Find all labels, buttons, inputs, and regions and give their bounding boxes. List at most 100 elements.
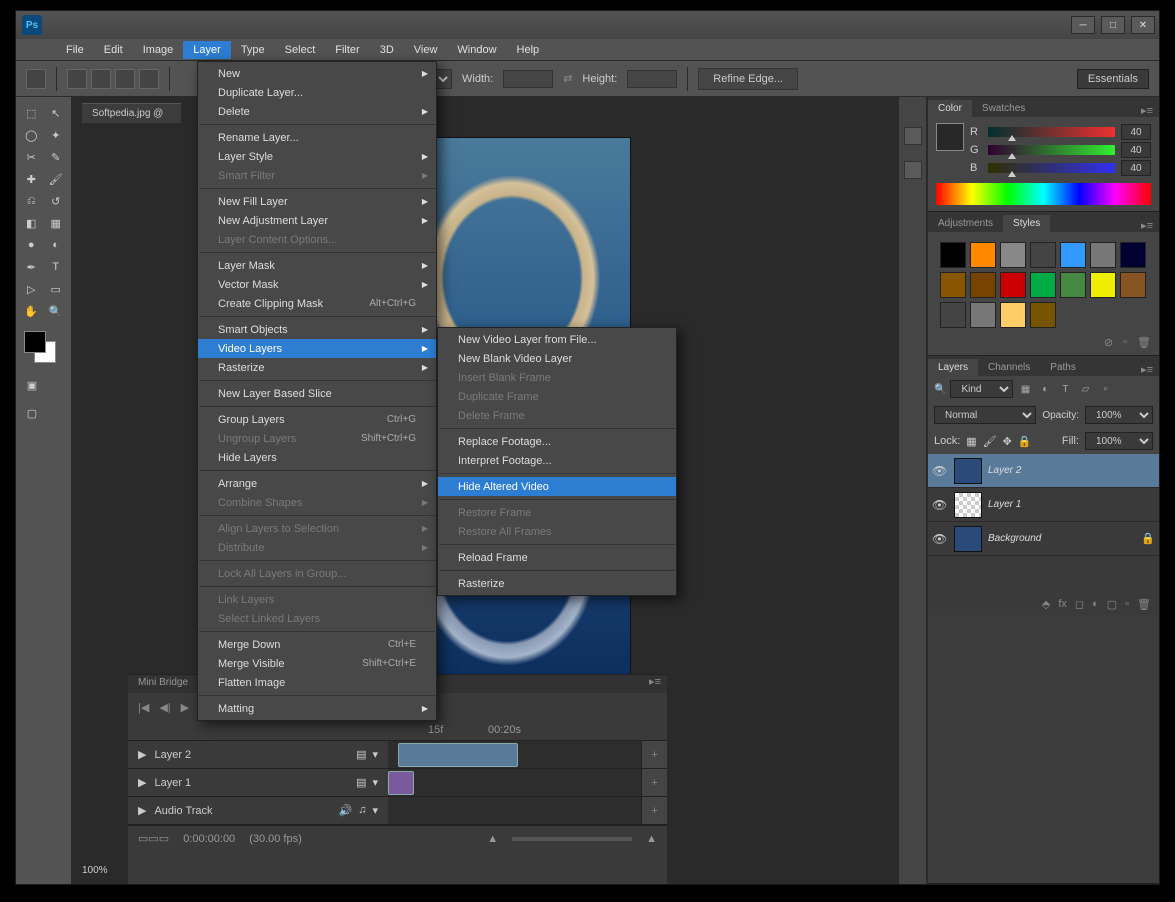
- b-slider[interactable]: [988, 163, 1115, 173]
- layer-row[interactable]: 👁Layer 1: [928, 488, 1159, 522]
- menuitem-flatten-image[interactable]: Flatten Image: [198, 673, 436, 692]
- layer-row[interactable]: 👁Layer 2: [928, 454, 1159, 488]
- gradient-tool-icon[interactable]: ▦: [45, 213, 68, 233]
- eraser-tool-icon[interactable]: ◧: [20, 213, 43, 233]
- track-expand-icon[interactable]: ▶: [138, 748, 146, 761]
- style-swatch[interactable]: [940, 242, 966, 268]
- brush-tool-icon[interactable]: 🖌: [45, 169, 68, 189]
- tab-adjustments[interactable]: Adjustments: [928, 215, 1003, 232]
- audio-icon[interactable]: 🔊: [339, 804, 353, 817]
- dodge-tool-icon[interactable]: ◐: [45, 235, 68, 255]
- height-input[interactable]: [627, 70, 677, 88]
- color-spectrum[interactable]: [936, 183, 1151, 205]
- blur-tool-icon[interactable]: ●: [20, 235, 43, 255]
- tab-color[interactable]: Color: [928, 100, 972, 117]
- menuitem-arrange[interactable]: Arrange▶: [198, 474, 436, 493]
- style-swatch[interactable]: [940, 302, 966, 328]
- style-swatch[interactable]: [1060, 272, 1086, 298]
- style-swatch[interactable]: [1090, 272, 1116, 298]
- b-value[interactable]: [1121, 160, 1151, 176]
- style-swatch[interactable]: [970, 272, 996, 298]
- menu-help[interactable]: Help: [507, 41, 550, 59]
- style-swatch[interactable]: [1090, 242, 1116, 268]
- timeline-ruler[interactable]: 15f 00:20s: [128, 721, 667, 741]
- track-film-icon[interactable]: ▤: [356, 748, 366, 761]
- lock-pos-icon[interactable]: ✥: [1003, 435, 1012, 448]
- r-slider[interactable]: [988, 127, 1115, 137]
- dock-icon-2[interactable]: [904, 161, 922, 179]
- track-menu-icon[interactable]: ▾: [372, 776, 378, 789]
- tl-first-icon[interactable]: |◀: [138, 701, 149, 714]
- filter-pixel-icon[interactable]: ▦: [1017, 381, 1033, 397]
- menuitem-smart-objects[interactable]: Smart Objects▶: [198, 320, 436, 339]
- color-preview[interactable]: [936, 123, 964, 151]
- style-swatch[interactable]: [1120, 242, 1146, 268]
- r-value[interactable]: [1121, 124, 1151, 140]
- layer-mask-icon[interactable]: ◻: [1075, 598, 1084, 611]
- menuitem-replace-footage-[interactable]: Replace Footage...: [438, 432, 676, 451]
- style-delete-icon[interactable]: 🗑: [1137, 336, 1151, 349]
- selection-add-icon[interactable]: [91, 69, 111, 89]
- menuitem-hide-layers[interactable]: Hide Layers: [198, 448, 436, 467]
- quickmask-icon[interactable]: ▣: [20, 375, 44, 395]
- tl-prev-icon[interactable]: ◀|: [159, 701, 170, 714]
- menu-type[interactable]: Type: [231, 41, 275, 59]
- menuitem-new-blank-video-layer[interactable]: New Blank Video Layer: [438, 349, 676, 368]
- track-expand-icon[interactable]: ▶: [138, 804, 146, 817]
- refine-edge-button[interactable]: Refine Edge...: [698, 68, 798, 90]
- track-add-button[interactable]: +: [641, 797, 667, 824]
- transition-clip[interactable]: [388, 771, 414, 795]
- style-swatch[interactable]: [1000, 242, 1026, 268]
- shape-tool-icon[interactable]: ▭: [45, 279, 68, 299]
- tab-styles[interactable]: Styles: [1003, 215, 1050, 232]
- tl-play-icon[interactable]: ▶: [181, 701, 189, 714]
- filter-shape-icon[interactable]: ▱: [1077, 381, 1093, 397]
- style-swatch[interactable]: [970, 302, 996, 328]
- style-swatch[interactable]: [940, 272, 966, 298]
- menuitem-layer-mask[interactable]: Layer Mask▶: [198, 256, 436, 275]
- style-swatch[interactable]: [1120, 272, 1146, 298]
- filter-smart-icon[interactable]: ▫: [1097, 381, 1113, 397]
- track-add-button[interactable]: +: [641, 741, 667, 768]
- menuitem-vector-mask[interactable]: Vector Mask▶: [198, 275, 436, 294]
- document-tab[interactable]: Softpedia.jpg @: [82, 103, 181, 123]
- style-swatch[interactable]: [1030, 242, 1056, 268]
- menuitem-rasterize[interactable]: Rasterize▶: [198, 358, 436, 377]
- crop-tool-icon[interactable]: ✂: [20, 147, 43, 167]
- lock-pixels-icon[interactable]: ▦: [966, 435, 976, 448]
- swap-icon[interactable]: ⇄: [563, 72, 572, 85]
- selection-sub-icon[interactable]: [115, 69, 135, 89]
- minimize-button[interactable]: ─: [1071, 16, 1095, 34]
- menuitem-merge-visible[interactable]: Merge VisibleShift+Ctrl+E: [198, 654, 436, 673]
- menuitem-duplicate-layer-[interactable]: Duplicate Layer...: [198, 83, 436, 102]
- tl-zoom-in-icon[interactable]: ▲: [646, 833, 657, 845]
- lasso-tool-icon[interactable]: ◯: [20, 125, 43, 145]
- style-swatch[interactable]: [1060, 242, 1086, 268]
- g-value[interactable]: [1121, 142, 1151, 158]
- tl-frames-icon[interactable]: ▭▭▭: [138, 832, 169, 845]
- zoom-tool-icon[interactable]: 🔍: [45, 301, 68, 321]
- tab-paths[interactable]: Paths: [1040, 359, 1086, 376]
- visibility-icon[interactable]: 👁: [932, 464, 948, 478]
- layer-fx-icon[interactable]: fx: [1058, 598, 1067, 611]
- menu-edit[interactable]: Edit: [94, 41, 133, 59]
- color-panel-menu-icon[interactable]: ▸≡: [1135, 104, 1159, 117]
- menu-image[interactable]: Image: [133, 41, 184, 59]
- workspace-switcher[interactable]: Essentials: [1077, 69, 1149, 89]
- tl-zoom-slider[interactable]: [512, 837, 632, 841]
- blend-select[interactable]: Normal: [934, 406, 1036, 424]
- width-input[interactable]: [503, 70, 553, 88]
- layer-thumbnail[interactable]: [954, 458, 982, 484]
- type-tool-icon[interactable]: T: [45, 257, 68, 277]
- menuitem-merge-down[interactable]: Merge DownCtrl+E: [198, 635, 436, 654]
- stamp-tool-icon[interactable]: ⎌: [20, 191, 43, 211]
- menuitem-new-layer-based-slice[interactable]: New Layer Based Slice: [198, 384, 436, 403]
- menuitem-layer-style[interactable]: Layer Style▶: [198, 147, 436, 166]
- tab-layers[interactable]: Layers: [928, 359, 978, 376]
- style-swatch[interactable]: [1030, 272, 1056, 298]
- visibility-icon[interactable]: 👁: [932, 498, 948, 512]
- layer-thumbnail[interactable]: [954, 492, 982, 518]
- tab-channels[interactable]: Channels: [978, 359, 1040, 376]
- menuitem-new-adjustment-layer[interactable]: New Adjustment Layer▶: [198, 211, 436, 230]
- hand-tool-icon[interactable]: ✋: [20, 301, 43, 321]
